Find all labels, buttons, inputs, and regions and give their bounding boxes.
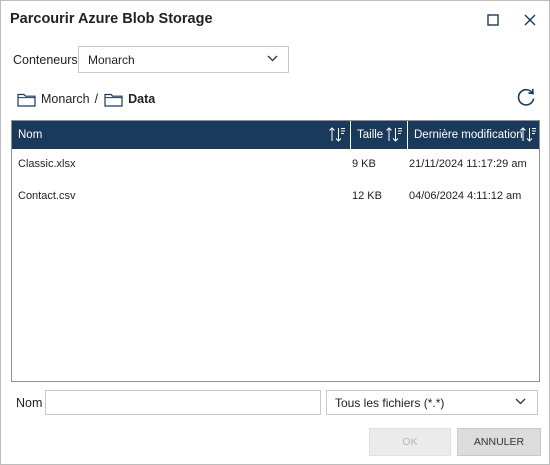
file-name-input[interactable] <box>45 390 321 415</box>
maximize-icon <box>487 14 499 26</box>
file-type-filter-dropdown[interactable]: Tous les fichiers (*.*) <box>326 390 538 415</box>
close-icon <box>524 14 536 26</box>
column-label: Taille <box>357 129 384 141</box>
chevron-down-icon <box>267 55 278 62</box>
container-dropdown[interactable]: Monarch <box>78 46 289 73</box>
dialog-title: Parcourir Azure Blob Storage <box>10 11 213 27</box>
column-header-size[interactable]: Taille <box>351 121 408 149</box>
column-label: Dernière modification <box>414 129 523 141</box>
breadcrumb-label: Monarch <box>41 92 90 106</box>
column-header-name[interactable]: Nom <box>12 121 351 149</box>
file-list-grid: Nom Taille Dernière modification Classic… <box>11 120 540 382</box>
file-type-selected-value: Tous les fichiers (*.*) <box>335 396 445 410</box>
close-button[interactable] <box>519 9 541 31</box>
ok-button[interactable]: OK <box>369 428 451 456</box>
breadcrumb-item-monarch[interactable]: Monarch <box>17 92 90 107</box>
cancel-button[interactable]: ANNULER <box>457 428 541 456</box>
file-modified: 04/06/2024 4:11:12 am <box>409 190 522 202</box>
browse-dialog: Parcourir Azure Blob Storage Conteneurs … <box>0 0 550 465</box>
breadcrumb-label: Data <box>128 92 156 106</box>
sort-icon <box>386 127 402 142</box>
folder-icon <box>104 93 123 107</box>
table-row[interactable]: Contact.csv 12 KB 04/06/2024 4:11:12 am <box>12 185 539 207</box>
breadcrumb-item-data[interactable]: Data <box>104 92 155 107</box>
file-size: 12 KB <box>352 190 382 202</box>
container-selected-value: Monarch <box>88 53 135 67</box>
grid-header: Nom Taille Dernière modification <box>12 121 539 149</box>
file-size: 9 KB <box>352 158 376 170</box>
refresh-icon <box>517 88 535 106</box>
container-label: Conteneurs <box>13 53 78 67</box>
file-name: Classic.xlsx <box>18 158 76 170</box>
breadcrumb: Monarch / Data <box>17 90 155 108</box>
column-label: Nom <box>18 129 43 141</box>
table-row[interactable]: Classic.xlsx 9 KB 21/11/2024 11:17:29 am <box>12 153 539 175</box>
refresh-button[interactable] <box>515 86 537 108</box>
folder-icon <box>17 93 36 107</box>
maximize-button[interactable] <box>482 9 504 31</box>
sort-icon <box>329 127 345 142</box>
breadcrumb-separator: / <box>94 92 99 106</box>
column-header-modified[interactable]: Dernière modification <box>408 121 539 149</box>
file-modified: 21/11/2024 11:17:29 am <box>409 158 527 170</box>
file-name: Contact.csv <box>18 190 76 202</box>
file-name-label: Nom <box>16 396 43 410</box>
chevron-down-icon <box>515 398 526 405</box>
sort-icon <box>520 127 536 142</box>
